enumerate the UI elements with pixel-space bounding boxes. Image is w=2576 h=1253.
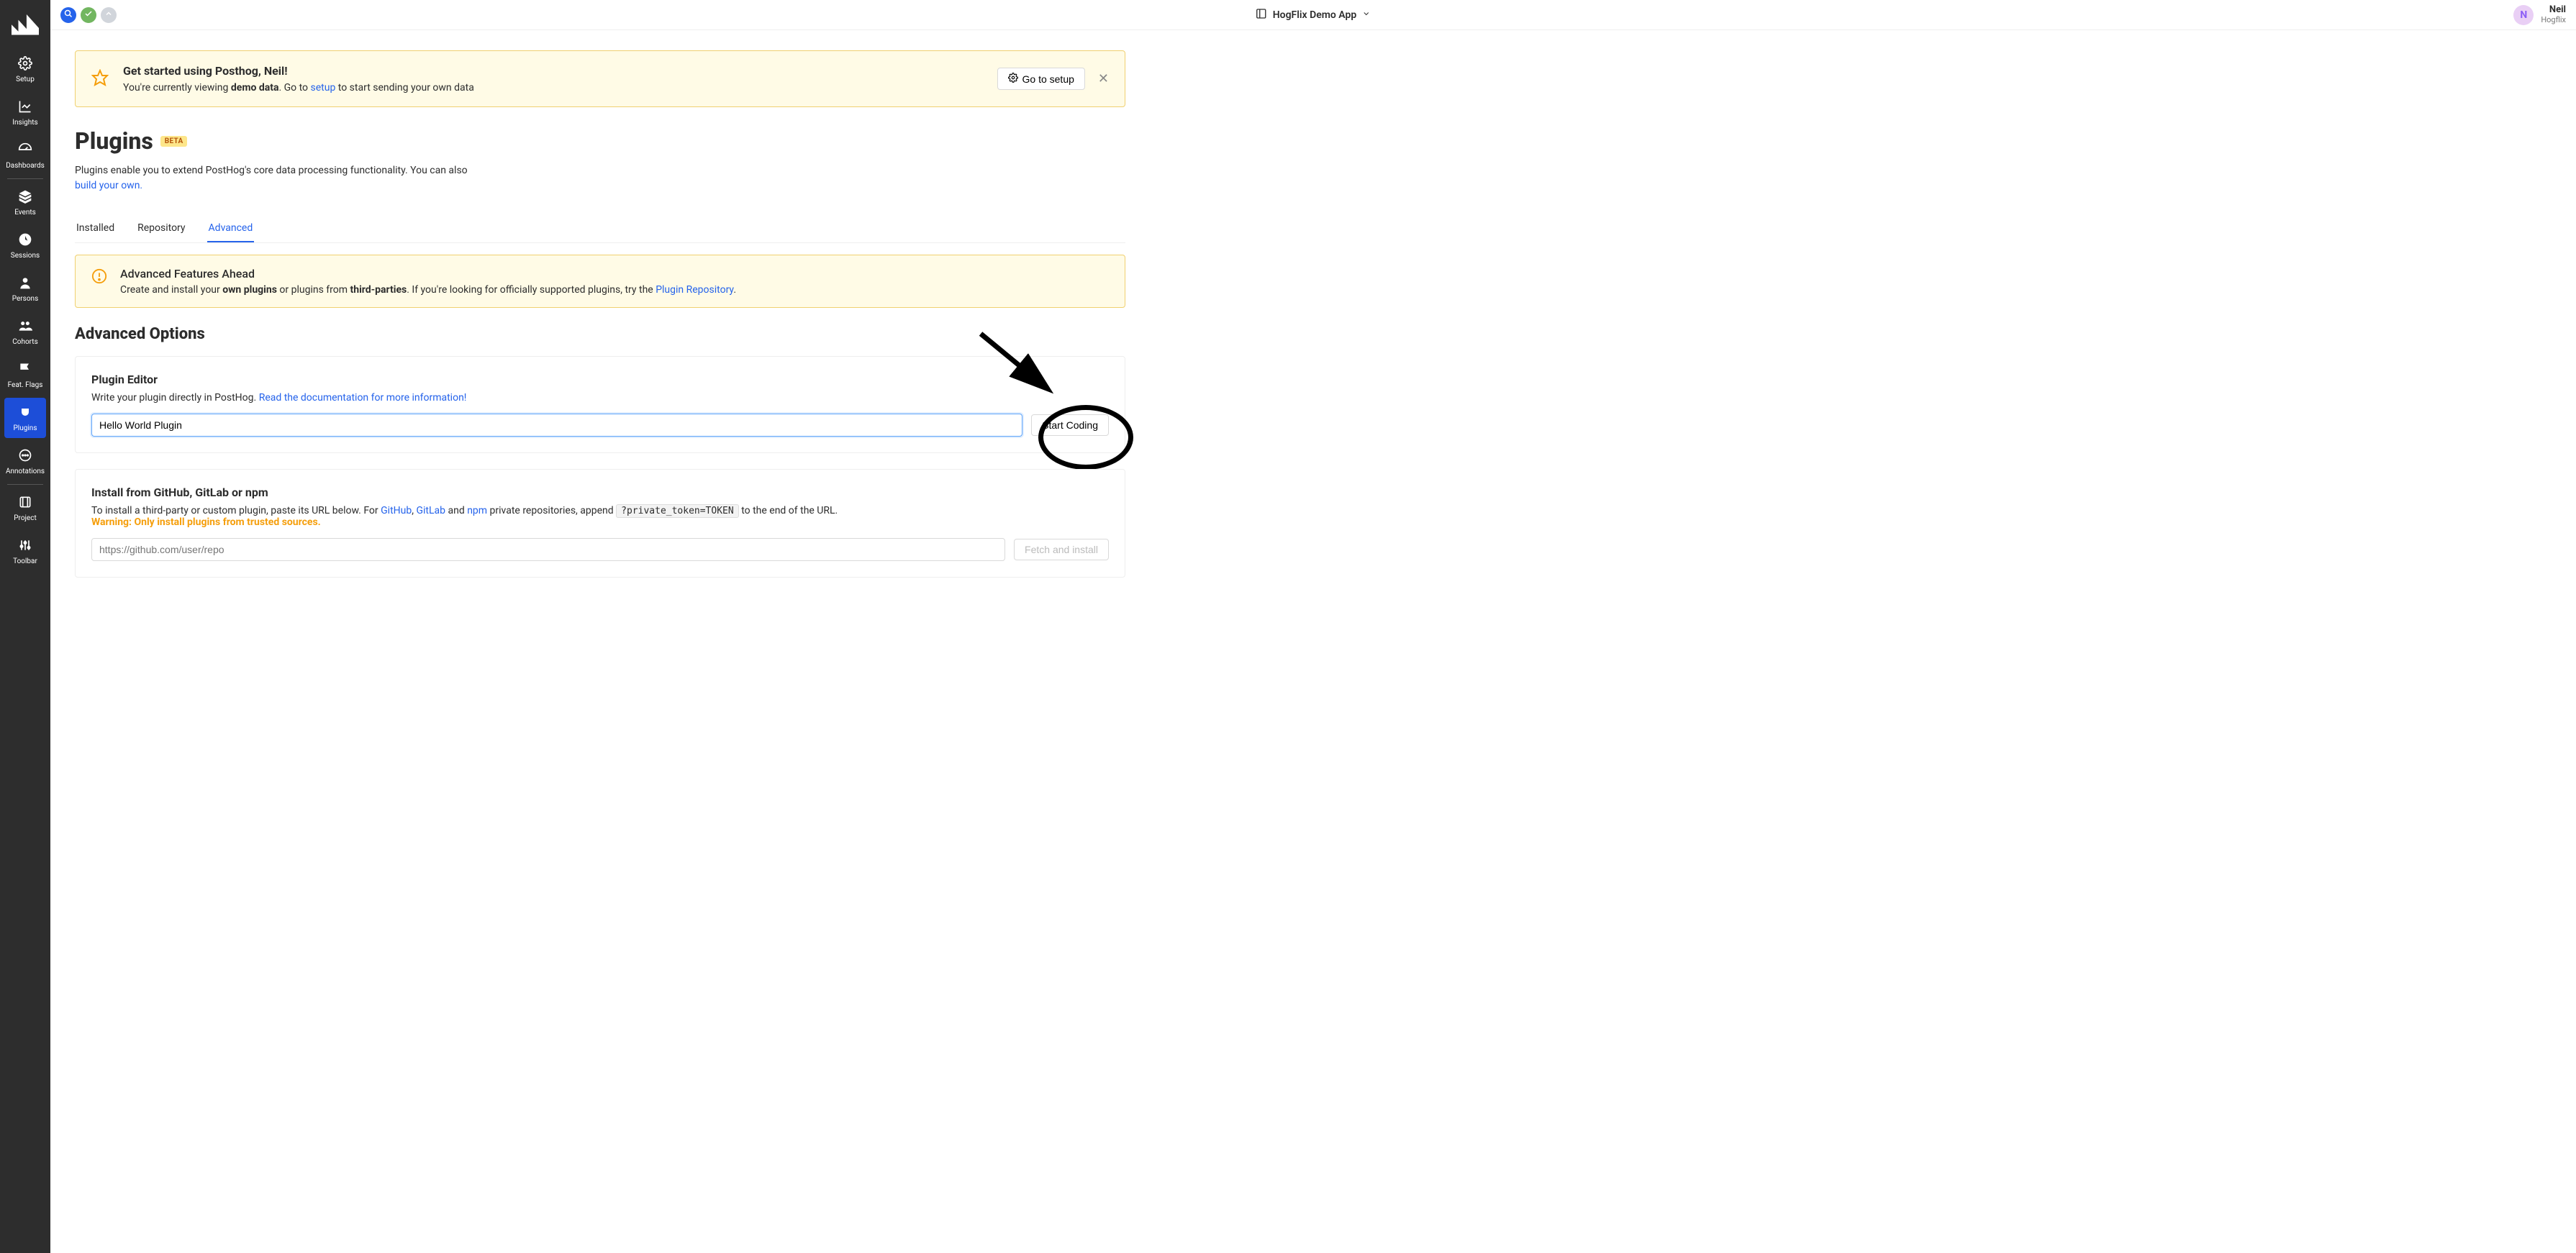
- banner-text: You're currently viewing demo data. Go t…: [123, 82, 474, 94]
- sidebar-item-label: Sessions: [11, 252, 40, 260]
- sidebar-item-label: Dashboards: [6, 162, 45, 170]
- sidebar-item-events[interactable]: Events: [4, 182, 46, 222]
- user-menu[interactable]: N Neil Hogflix: [2513, 5, 2566, 25]
- adv-warn-title: Advanced Features Ahead: [120, 267, 736, 281]
- sidebar-item-project[interactable]: Project: [4, 488, 46, 528]
- banner-title: Get started using Posthog, Neil!: [123, 64, 474, 78]
- comment-icon: [18, 448, 32, 465]
- sidebar-item-cohorts[interactable]: Cohorts: [4, 311, 46, 352]
- sidebar-item-setup[interactable]: Setup: [4, 49, 46, 89]
- plugin-repository-link[interactable]: Plugin Repository: [656, 284, 733, 296]
- documentation-link[interactable]: Read the documentation for more informat…: [259, 392, 467, 404]
- install-warning: Warning: Only install plugins from trust…: [91, 516, 321, 528]
- sidebar-item-label: Toolbar: [13, 557, 37, 565]
- sidebar-item-label: Cohorts: [12, 338, 38, 346]
- layers-icon: [18, 189, 32, 206]
- install-title: Install from GitHub, GitLab or npm: [91, 486, 1109, 499]
- layout-icon: [1256, 8, 1267, 22]
- person-icon: [18, 275, 32, 292]
- user-org: Hogflix: [2541, 16, 2566, 24]
- sidebar-item-label: Project: [14, 514, 37, 522]
- star-icon: [91, 69, 109, 89]
- avatar: N: [2513, 5, 2534, 25]
- collapse-button[interactable]: [101, 7, 117, 23]
- flag-icon: [18, 362, 32, 378]
- github-link[interactable]: GitHub: [381, 505, 412, 516]
- people-icon: [18, 319, 32, 335]
- adv-warn-text: Create and install your own plugins or p…: [120, 284, 736, 296]
- plug-icon: [18, 405, 32, 422]
- plugin-editor-title: Plugin Editor: [91, 373, 1109, 386]
- app-switcher[interactable]: HogFlix Demo App: [1256, 8, 1371, 22]
- sidebar-item-label: Feat. Flags: [8, 381, 43, 389]
- clock-icon: [18, 232, 32, 249]
- page-description: Plugins enable you to extend PostHog's c…: [75, 163, 478, 193]
- start-coding-button[interactable]: Start Coding: [1031, 414, 1109, 436]
- sidebar-item-plugins[interactable]: Plugins: [4, 398, 46, 438]
- npm-link[interactable]: npm: [467, 505, 487, 516]
- repo-url-input[interactable]: [91, 538, 1005, 561]
- get-started-banner: Get started using Posthog, Neil! You're …: [75, 50, 1125, 107]
- check-icon: [84, 9, 93, 21]
- search-button[interactable]: [60, 7, 76, 23]
- tabs: Installed Repository Advanced: [75, 215, 1125, 243]
- sidebar-item-label: Insights: [12, 119, 37, 127]
- plugin-editor-desc: Write your plugin directly in PostHog. R…: [91, 392, 1109, 404]
- chart-line-icon: [18, 99, 32, 116]
- tab-advanced[interactable]: Advanced: [207, 215, 255, 242]
- alert-circle-icon: [91, 268, 107, 287]
- sidebar: Setup Insights Dashboards Events Session…: [0, 0, 50, 1253]
- sidebar-item-toolbar[interactable]: Toolbar: [4, 531, 46, 571]
- gauge-icon: [18, 142, 32, 159]
- sidebar-item-label: Annotations: [6, 468, 45, 475]
- install-card: Install from GitHub, GitLab or npm To in…: [75, 469, 1125, 578]
- close-icon[interactable]: ✕: [1098, 71, 1109, 86]
- status-ok-button[interactable]: [81, 7, 96, 23]
- build-your-own-link[interactable]: build your own.: [75, 180, 142, 191]
- token-code: ?private_token=TOKEN: [616, 504, 739, 518]
- install-desc: To install a third-party or custom plugi…: [91, 505, 1109, 528]
- sidebar-item-label: Events: [14, 209, 36, 217]
- sidebar-item-insights[interactable]: Insights: [4, 92, 46, 132]
- chevron-down-icon: [1362, 9, 1371, 21]
- advanced-warning-banner: Advanced Features Ahead Create and insta…: [75, 255, 1125, 308]
- project-icon: [18, 495, 32, 511]
- sidebar-item-label: Persons: [12, 295, 38, 303]
- sidebar-item-persons[interactable]: Persons: [4, 268, 46, 309]
- topbar: HogFlix Demo App N Neil Hogflix: [50, 0, 2576, 30]
- sidebar-item-label: Setup: [16, 76, 35, 83]
- sidebar-item-label: Plugins: [14, 424, 37, 432]
- page-title: Plugins: [75, 127, 153, 155]
- gear-icon: [18, 56, 32, 73]
- user-name: Neil: [2549, 5, 2566, 15]
- sidebar-item-annotations[interactable]: Annotations: [4, 441, 46, 481]
- chevron-up-icon: [104, 9, 113, 21]
- app-name: HogFlix Demo App: [1273, 9, 1356, 21]
- setup-link[interactable]: setup: [311, 82, 336, 94]
- plugin-editor-card: Plugin Editor Write your plugin directly…: [75, 356, 1125, 453]
- logo: [12, 14, 39, 36]
- sidebar-item-sessions[interactable]: Sessions: [4, 225, 46, 265]
- divider: [7, 484, 43, 485]
- fetch-install-button[interactable]: Fetch and install: [1014, 539, 1109, 560]
- go-to-setup-button[interactable]: Go to setup: [997, 68, 1085, 90]
- sidebar-item-feat-flags[interactable]: Feat. Flags: [4, 355, 46, 395]
- divider: [7, 178, 43, 179]
- search-icon: [64, 9, 73, 21]
- tab-installed[interactable]: Installed: [75, 215, 116, 242]
- beta-badge: BETA: [160, 136, 188, 147]
- sliders-icon: [18, 538, 32, 555]
- sidebar-item-dashboards[interactable]: Dashboards: [4, 135, 46, 176]
- gitlab-link[interactable]: GitLab: [416, 505, 445, 516]
- plugin-name-input[interactable]: [91, 414, 1022, 437]
- advanced-options-heading: Advanced Options: [75, 325, 1125, 343]
- gear-icon: [1008, 73, 1018, 85]
- tab-repository[interactable]: Repository: [136, 215, 186, 242]
